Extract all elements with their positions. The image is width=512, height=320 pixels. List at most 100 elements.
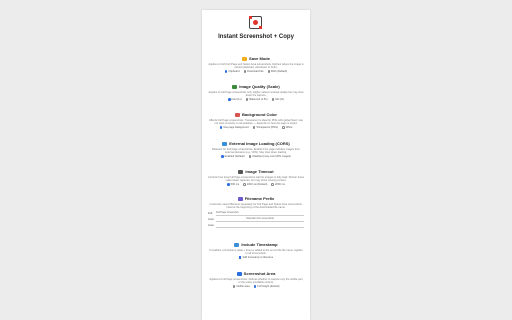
radio-label: Download File: [247, 70, 264, 74]
radio-option[interactable]: Download File: [243, 70, 264, 74]
prefix-input[interactable]: [216, 223, 304, 229]
radio-option[interactable]: 2000 ms: [271, 183, 285, 187]
radio-button[interactable]: [219, 126, 223, 129]
checkbox-label: Add timestamp to filename: [242, 256, 274, 260]
radio-option[interactable]: Visible area: [232, 285, 250, 289]
radio-button[interactable]: [243, 70, 247, 73]
section-title-text: Background Color: [242, 112, 277, 117]
section-title: External Image Loading (CORS): [202, 141, 310, 146]
radio-label: Fast (1x): [231, 98, 242, 102]
radio-group: Fast (1x) Balanced (1.5x) HD (2x): [202, 98, 310, 102]
section-title-text: Save Mode: [249, 56, 270, 61]
radio-label: 500 ms: [230, 183, 240, 187]
globe-icon: [222, 141, 228, 146]
section-external-image-loading-cors: External Image Loading (CORS) Relevant fo…: [202, 141, 310, 159]
settings-panel: Instant Screenshot + Copy Save Mode Appli…: [202, 10, 310, 320]
section-title-text: Screenshot Area: [243, 271, 276, 276]
section-filename-prefix: Filename Prefix Customize saved filename …: [202, 196, 310, 229]
radio-button[interactable]: [271, 183, 274, 186]
image-icon: [232, 84, 238, 89]
section-title-text: Include Timestamp: [241, 242, 278, 247]
prefix-field-row: Full: Full Page screenshot: [208, 211, 304, 217]
field-label: Area:: [208, 223, 215, 227]
section-description: Relevant for Full Page screenshots. Enab…: [212, 148, 300, 155]
radio-group: 500 ms 1000 ms (Default) 2000 ms: [202, 183, 310, 187]
camera-logo-icon: [249, 16, 262, 29]
prefix-input[interactable]: Selection from screenshot: [216, 217, 304, 223]
radio-button[interactable]: [227, 183, 230, 186]
radio-button[interactable]: [253, 285, 257, 288]
radio-label: 1000 ms (Default): [246, 183, 268, 187]
radio-button[interactable]: [282, 126, 285, 129]
section-description: Controls how long Full Page screenshots …: [208, 176, 305, 183]
radio-label: Enabled (Default): [224, 155, 245, 159]
radio-button[interactable]: [252, 126, 256, 129]
section-description: Applies to Full Page screenshots. Define…: [209, 278, 303, 285]
radio-button[interactable]: [221, 155, 224, 158]
field-label: Full:: [208, 211, 213, 215]
section-description: Customize saved filename separately for …: [209, 203, 303, 210]
section-description: Applies to both Full Page and Select Are…: [208, 63, 304, 70]
radio-label: White: [285, 126, 293, 130]
section-screenshot-area: Screenshot Area Applies to Full Page scre…: [202, 271, 310, 289]
radio-label: Full height (default): [257, 285, 280, 289]
radio-group: Clipboard Download File Both (Default): [202, 70, 310, 74]
prefix-input[interactable]: Full Page screenshot: [216, 211, 304, 217]
section-title-text: Image Quality (Scale): [239, 84, 280, 89]
radio-option[interactable]: 1000 ms (Default): [243, 183, 267, 187]
section-image-timeout: Image Timeout Controls how long Full Page…: [202, 169, 310, 187]
section-title-text: Filename Prefix: [244, 196, 275, 201]
radio-button[interactable]: [227, 98, 231, 101]
radio-option[interactable]: Full height (default): [253, 285, 280, 289]
radio-label: Transparent (PNG): [256, 126, 279, 130]
radio-option[interactable]: Fast (1x): [227, 98, 242, 102]
tag-icon: [237, 196, 243, 201]
section-title: Save Mode: [202, 56, 310, 61]
palette-icon: [235, 112, 241, 117]
radio-option[interactable]: Disabled (may omit CDN images): [248, 155, 291, 159]
section-description: Applies to Full Page screenshots only. H…: [208, 91, 304, 98]
section-title: Filename Prefix: [202, 196, 310, 201]
radio-option[interactable]: Use page background: [219, 126, 249, 130]
section-title: Include Timestamp: [202, 242, 310, 247]
section-title-text: External Image Loading (CORS): [229, 141, 290, 146]
radio-button[interactable]: [271, 98, 275, 101]
radio-option[interactable]: White: [282, 126, 292, 130]
section-include-timestamp: Include Timestamp If enabled, a timestamp…: [202, 242, 310, 260]
radio-button[interactable]: [243, 183, 246, 186]
radio-label: Disabled (may omit CDN images): [252, 155, 291, 159]
radio-button[interactable]: [267, 70, 271, 73]
radio-option[interactable]: Clipboard: [224, 70, 240, 74]
radio-option[interactable]: Transparent (PNG): [252, 126, 279, 130]
section-title: Background Color: [202, 112, 310, 117]
radio-label: Balanced (1.5x): [249, 98, 268, 102]
page-title: Instant Screenshot + Copy: [218, 34, 294, 40]
prefix-field-row: Area:: [208, 223, 304, 229]
section-title: Screenshot Area: [202, 271, 310, 276]
radio-group: Use page background Transparent (PNG) Whit…: [202, 126, 310, 130]
folder-icon: [242, 56, 248, 61]
timer-icon: [238, 169, 244, 174]
radio-group: Visible area Full height (default): [202, 285, 310, 289]
section-image-quality-scale: Image Quality (Scale) Applies to Full Pag…: [202, 84, 310, 102]
section-title-text: Image Timeout: [245, 169, 274, 174]
timestamp-checkbox[interactable]: Add timestamp to filename: [238, 256, 274, 260]
radio-option[interactable]: HD (2x): [271, 98, 284, 102]
checkbox-group: Add timestamp to filename: [202, 256, 310, 260]
radio-option[interactable]: Enabled (Default): [221, 155, 245, 159]
radio-button[interactable]: [232, 285, 236, 288]
section-description: Affects Full Page screenshots. Transpare…: [209, 119, 303, 126]
radio-option[interactable]: 500 ms: [227, 183, 239, 187]
radio-label: Both (Default): [271, 70, 288, 74]
radio-option[interactable]: Balanced (1.5x): [245, 98, 268, 102]
section-description: If enabled, a timestamp (date + time) is…: [209, 249, 303, 256]
radio-button[interactable]: [245, 98, 249, 101]
section-title: Image Timeout: [202, 169, 310, 174]
crop-icon: [236, 271, 242, 276]
radio-option[interactable]: Both (Default): [267, 70, 288, 74]
radio-label: Use page background: [223, 126, 249, 130]
section-save-mode: Save Mode Applies to both Full Page and S…: [202, 56, 310, 74]
radio-label: Visible area: [236, 285, 250, 289]
radio-label: 2000 ms: [274, 183, 285, 187]
radio-label: Clipboard: [228, 70, 240, 74]
